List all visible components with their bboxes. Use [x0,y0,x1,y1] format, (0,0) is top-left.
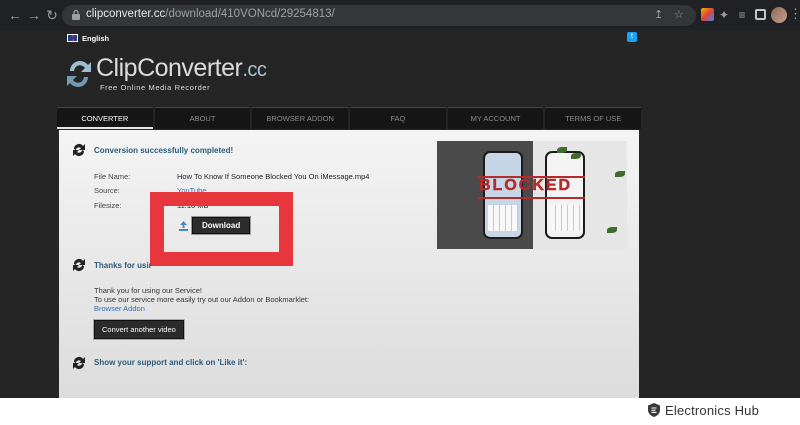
puzzle-icon[interactable]: ✦ [716,7,732,23]
logo-title: ClipConverter.cc [96,54,267,82]
tab-converter[interactable]: CONVERTER [57,107,153,129]
convert-another-video-button[interactable]: Convert another video [94,320,184,339]
site-logo[interactable]: ClipConverter.cc Free Online Media Recor… [64,54,267,96]
download-arrow-icon [179,220,188,231]
source-label: Source: [94,186,120,195]
blocked-overlay-text: BLOCKED [479,177,573,195]
bookmark-star-icon[interactable]: ☆ [674,9,684,22]
twitter-icon[interactable]: t [627,32,637,42]
support-title: Show your support and click on 'Like it'… [94,358,248,367]
video-thumbnail: BLOCKED [437,141,627,249]
extension-icon[interactable] [701,8,714,21]
tab-browser-addon[interactable]: BROWSER ADDON [252,107,349,129]
media-queue-icon[interactable]: ≡ [734,7,750,23]
address-bar[interactable]: clipconverter.cc/download/410VONcd/29254… [62,5,696,26]
reload-icon[interactable]: ↻ [44,7,60,23]
convert-arrows-icon [73,144,85,156]
page: English t ClipConverter.cc Free Online M… [0,30,800,398]
phone-image-right [545,151,585,239]
main-nav: CONVERTER ABOUT BROWSER ADDON FAQ MY ACC… [57,107,642,129]
thanks-line-2: To use our service more easily try out o… [94,295,310,304]
url-text[interactable]: clipconverter.cc/download/410VONcd/29254… [86,8,335,20]
menu-icon[interactable]: ⋮ [789,6,800,22]
download-row: Download [179,217,251,234]
file-name-label: File Name: [94,172,131,181]
tab-my-account[interactable]: MY ACCOUNT [447,107,544,129]
leaf-decoration [615,171,625,177]
conversion-title: Conversion successfully completed! [94,146,234,155]
convert-arrows-icon [73,357,85,369]
leaf-decoration [607,227,617,233]
thanks-title: Thanks for using ClipConverter! [94,261,152,270]
download-button[interactable]: Download [192,217,251,234]
browser-toolbar: ← → ↻ clipconverter.cc/download/410VONcd… [0,0,800,30]
blocked-line-bottom [477,197,585,199]
convert-arrows-icon [73,259,85,271]
thanks-line-1: Thank you for using our Service! [94,286,202,295]
forward-icon[interactable]: → [26,7,42,23]
shield-icon [648,403,660,417]
file-name-value: How To Know If Someone Blocked You On iM… [177,172,370,181]
lock-icon [72,9,80,20]
leaf-decoration [557,147,567,153]
tab-terms-of-use[interactable]: TERMS OF USE [545,107,642,129]
leaf-decoration [571,153,581,159]
tab-faq[interactable]: FAQ [350,107,446,129]
side-panel-icon[interactable] [755,9,766,20]
language-label: English [82,33,110,43]
phone-image-left [483,151,523,239]
tab-about[interactable]: ABOUT [154,107,251,129]
watermark-text: Electronics Hub [665,402,760,418]
flag-icon [67,34,78,42]
content-panel: Conversion successfully completed! File … [59,130,639,398]
back-icon[interactable]: ← [7,7,23,23]
share-icon[interactable]: ↥ [654,9,663,22]
profile-avatar[interactable] [771,7,787,23]
electronics-hub-watermark: Electronics Hub [648,401,759,419]
convert-arrows-icon [67,61,91,87]
filesize-label: Filesize: [94,201,122,210]
browser-addon-link[interactable]: Browser Addon [94,304,145,313]
logo-tagline: Free Online Media Recorder [100,83,211,92]
language-selector[interactable]: English [67,32,109,44]
